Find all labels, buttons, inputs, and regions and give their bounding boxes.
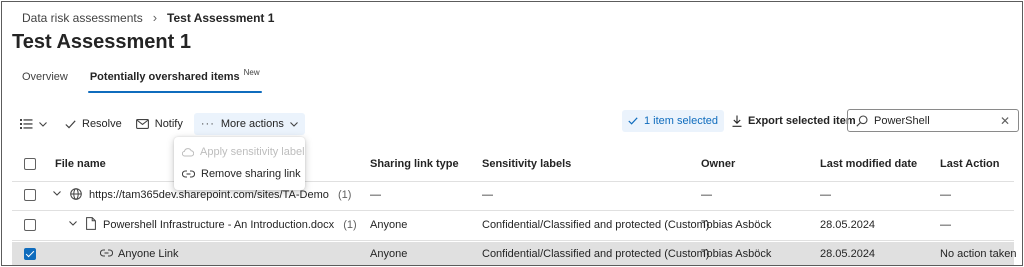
row-checkbox[interactable] xyxy=(24,219,36,234)
checkmark-icon xyxy=(65,119,76,129)
last-modified-cell: 28.05.2024 xyxy=(820,248,876,260)
owner-cell: — xyxy=(701,189,712,201)
menu-item-label: Remove sharing link xyxy=(201,168,301,180)
notify-button[interactable]: Notify xyxy=(129,113,190,135)
search-icon xyxy=(856,114,868,127)
more-horizontal-icon: ··· xyxy=(200,118,215,130)
resolve-label: Resolve xyxy=(82,118,122,130)
sharing-link-type-cell: Anyone xyxy=(370,219,408,231)
clear-search-icon[interactable]: ✕ xyxy=(1000,114,1010,128)
search-box: ✕ xyxy=(847,109,1019,132)
divider xyxy=(12,210,1014,211)
new-badge: New xyxy=(243,68,260,77)
table-row-selected[interactable]: Anyone Link Anyone Confidential/Classifi… xyxy=(12,242,1017,265)
checkmark-icon xyxy=(628,117,638,125)
owner-cell: Tobias Asböck xyxy=(701,219,772,231)
sharing-link-type-cell: — xyxy=(370,189,381,201)
more-actions-menu: Apply sensitivity label Remove sharing l… xyxy=(174,137,305,190)
sharing-link-type-cell: Anyone xyxy=(370,248,408,260)
file-name[interactable]: Powershell Infrastructure - An Introduct… xyxy=(103,219,357,231)
table-row[interactable]: https://tam365dev.sharepoint.com/sites/T… xyxy=(12,183,1014,207)
item-count: (1) xyxy=(337,189,352,201)
item-count: (1) xyxy=(343,219,357,231)
link-icon xyxy=(100,248,113,258)
select-all-checkbox[interactable] xyxy=(24,158,36,173)
more-actions-button[interactable]: ··· More actions xyxy=(193,113,305,135)
resolve-button[interactable]: Resolve xyxy=(58,113,129,135)
row-checkbox[interactable] xyxy=(24,189,36,204)
breadcrumb: Data risk assessments › Test Assessment … xyxy=(22,10,274,25)
column-header-file-name[interactable]: File name xyxy=(55,158,106,170)
column-header-last-modified-date[interactable]: Last modified date xyxy=(820,158,917,170)
list-icon xyxy=(20,119,33,129)
notify-label: Notify xyxy=(154,118,183,130)
chevron-down-icon xyxy=(289,121,298,127)
sensitivity-label-cell: Confidential/Classified and protected (C… xyxy=(482,248,710,260)
view-options-button[interactable] xyxy=(20,113,54,135)
table-header-row: File name Sharing link type Sensitivity … xyxy=(12,152,1014,176)
selection-count-badge: 1 item selected xyxy=(622,110,724,132)
sensitivity-label-cell: — xyxy=(482,189,493,201)
column-header-sharing-link-type[interactable]: Sharing link type xyxy=(370,158,459,170)
column-header-owner[interactable]: Owner xyxy=(701,158,735,170)
sensitivity-label-cell: Confidential/Classified and protected (C… xyxy=(482,219,710,231)
last-modified-cell: 28.05.2024 xyxy=(820,219,876,231)
tab-overview[interactable]: Overview xyxy=(22,71,68,83)
export-label: Export selected item xyxy=(748,115,856,127)
mail-icon xyxy=(135,119,149,129)
cloud-tag-icon xyxy=(182,147,194,157)
search-input[interactable] xyxy=(874,114,994,127)
download-icon xyxy=(732,115,742,127)
chevron-down-icon[interactable] xyxy=(69,221,77,226)
divider xyxy=(12,181,1014,182)
site-url[interactable]: https://tam365dev.sharepoint.com/sites/T… xyxy=(89,189,351,201)
chevron-right-icon: › xyxy=(152,10,158,25)
breadcrumb-current: Test Assessment 1 xyxy=(167,10,275,25)
table-row[interactable]: Powershell Infrastructure - An Introduct… xyxy=(12,213,1014,237)
breadcrumb-parent-link[interactable]: Data risk assessments xyxy=(22,11,143,25)
export-selected-button[interactable]: Export selected item xyxy=(732,115,856,127)
globe-icon xyxy=(70,188,82,200)
tab-label: Overview xyxy=(22,71,68,83)
menu-item-label: Apply sensitivity label xyxy=(200,146,305,158)
last-modified-cell: — xyxy=(820,189,831,201)
tab-bar: Overview Potentially overshared items New xyxy=(22,68,262,93)
page-title: Test Assessment 1 xyxy=(12,31,191,53)
apply-sensitivity-label-menu-item[interactable]: Apply sensitivity label xyxy=(174,141,305,163)
site-url-text: https://tam365dev.sharepoint.com/sites/T… xyxy=(89,189,329,201)
last-action-cell: No action taken xyxy=(940,248,1017,260)
divider xyxy=(12,240,1014,241)
file-name-text: Powershell Infrastructure - An Introduct… xyxy=(103,219,335,231)
selection-count-label: 1 item selected xyxy=(644,115,718,127)
row-checkbox-checked[interactable] xyxy=(24,248,36,263)
link-remove-icon xyxy=(182,169,195,179)
column-header-last-action[interactable]: Last Action xyxy=(940,158,1000,170)
last-action-cell: — xyxy=(940,219,951,231)
chevron-down-icon xyxy=(39,121,47,127)
app-frame: Data risk assessments › Test Assessment … xyxy=(1,1,1023,266)
remove-sharing-link-menu-item[interactable]: Remove sharing link xyxy=(174,163,305,185)
tab-potentially-overshared-items[interactable]: Potentially overshared items New xyxy=(87,68,262,93)
command-bar: Resolve Notify ··· More actions xyxy=(20,113,305,135)
more-actions-label: More actions xyxy=(220,118,284,130)
sharing-link-name[interactable]: Anyone Link xyxy=(118,248,179,260)
column-header-sensitivity-labels[interactable]: Sensitivity labels xyxy=(482,158,571,170)
last-action-cell: — xyxy=(940,189,951,201)
document-icon xyxy=(86,217,96,230)
chevron-down-icon[interactable] xyxy=(53,191,61,196)
owner-cell: Tobias Asböck xyxy=(701,248,772,260)
tab-label: Potentially overshared items xyxy=(89,71,240,83)
